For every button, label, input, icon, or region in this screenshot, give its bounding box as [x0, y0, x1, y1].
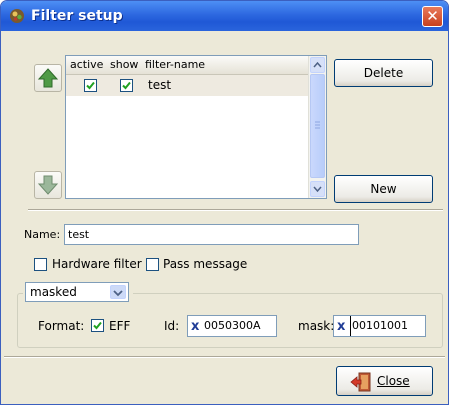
show-checkbox[interactable]: [120, 79, 133, 92]
delete-button[interactable]: Delete: [334, 59, 433, 87]
eff-label[interactable]: EFF: [109, 319, 130, 333]
id-field[interactable]: x 0050300A: [187, 315, 277, 337]
mode-value: masked: [30, 285, 77, 299]
move-up-button[interactable]: [34, 64, 62, 92]
dropdown-button[interactable]: [110, 285, 126, 299]
scroll-thumb[interactable]: [310, 74, 325, 178]
filter-name-cell: test: [148, 78, 172, 92]
separator: [4, 356, 445, 358]
id-label: Id:: [164, 319, 180, 333]
id-value: 0050300A: [204, 319, 261, 332]
close-label: Close: [377, 374, 410, 388]
column-active[interactable]: active: [70, 58, 103, 71]
separator: [28, 209, 443, 211]
hardware-filter-checkbox[interactable]: [34, 258, 47, 271]
vertical-scrollbar[interactable]: [308, 56, 326, 198]
mask-field[interactable]: x 00101001: [333, 315, 426, 337]
active-checkbox[interactable]: [84, 79, 97, 92]
mask-label: mask:: [298, 319, 335, 333]
name-field[interactable]: test: [64, 224, 359, 245]
scroll-down-arrow[interactable]: [310, 181, 325, 197]
pass-message-checkbox[interactable]: [146, 258, 159, 271]
close-button[interactable]: Close: [336, 366, 433, 396]
mask-value: 00101001: [350, 316, 408, 336]
move-down-button[interactable]: [34, 171, 62, 199]
eff-checkbox[interactable]: [91, 319, 104, 332]
chevron-up-icon: [313, 61, 322, 68]
mode-dropdown[interactable]: masked: [25, 282, 129, 302]
hex-prefix: x: [191, 319, 200, 334]
title-bar[interactable]: Filter setup ✕: [1, 1, 448, 31]
close-icon: ✕: [426, 7, 439, 25]
chevron-down-icon: [113, 290, 123, 297]
list-header: active show filter-name: [66, 56, 308, 75]
hex-prefix: x: [337, 319, 346, 334]
checkmark-icon: [86, 81, 95, 90]
filter-app-icon: [10, 9, 24, 23]
new-button[interactable]: New: [334, 175, 433, 203]
column-filter-name[interactable]: filter-name: [145, 58, 205, 71]
exit-door-icon: [350, 372, 371, 392]
chevron-down-icon: [313, 186, 322, 193]
scroll-up-arrow[interactable]: [310, 57, 325, 73]
column-show[interactable]: show: [110, 58, 138, 71]
filter-list[interactable]: active show filter-name test: [65, 55, 327, 199]
format-label: Format:: [38, 319, 85, 333]
close-window-button[interactable]: ✕: [422, 6, 443, 27]
checkmark-icon: [93, 321, 102, 330]
list-item[interactable]: test: [66, 75, 308, 96]
name-label: Name:: [24, 228, 61, 241]
filter-setup-window: Filter setup ✕ active show filter-name t…: [0, 0, 449, 405]
checkmark-icon: [122, 81, 131, 90]
window-title: Filter setup: [31, 8, 123, 24]
down-arrow-icon: [37, 175, 59, 195]
up-arrow-icon: [37, 68, 59, 88]
grip-icon: [315, 121, 320, 129]
hardware-filter-label[interactable]: Hardware filter: [52, 257, 142, 271]
pass-message-label[interactable]: Pass message: [163, 257, 247, 271]
